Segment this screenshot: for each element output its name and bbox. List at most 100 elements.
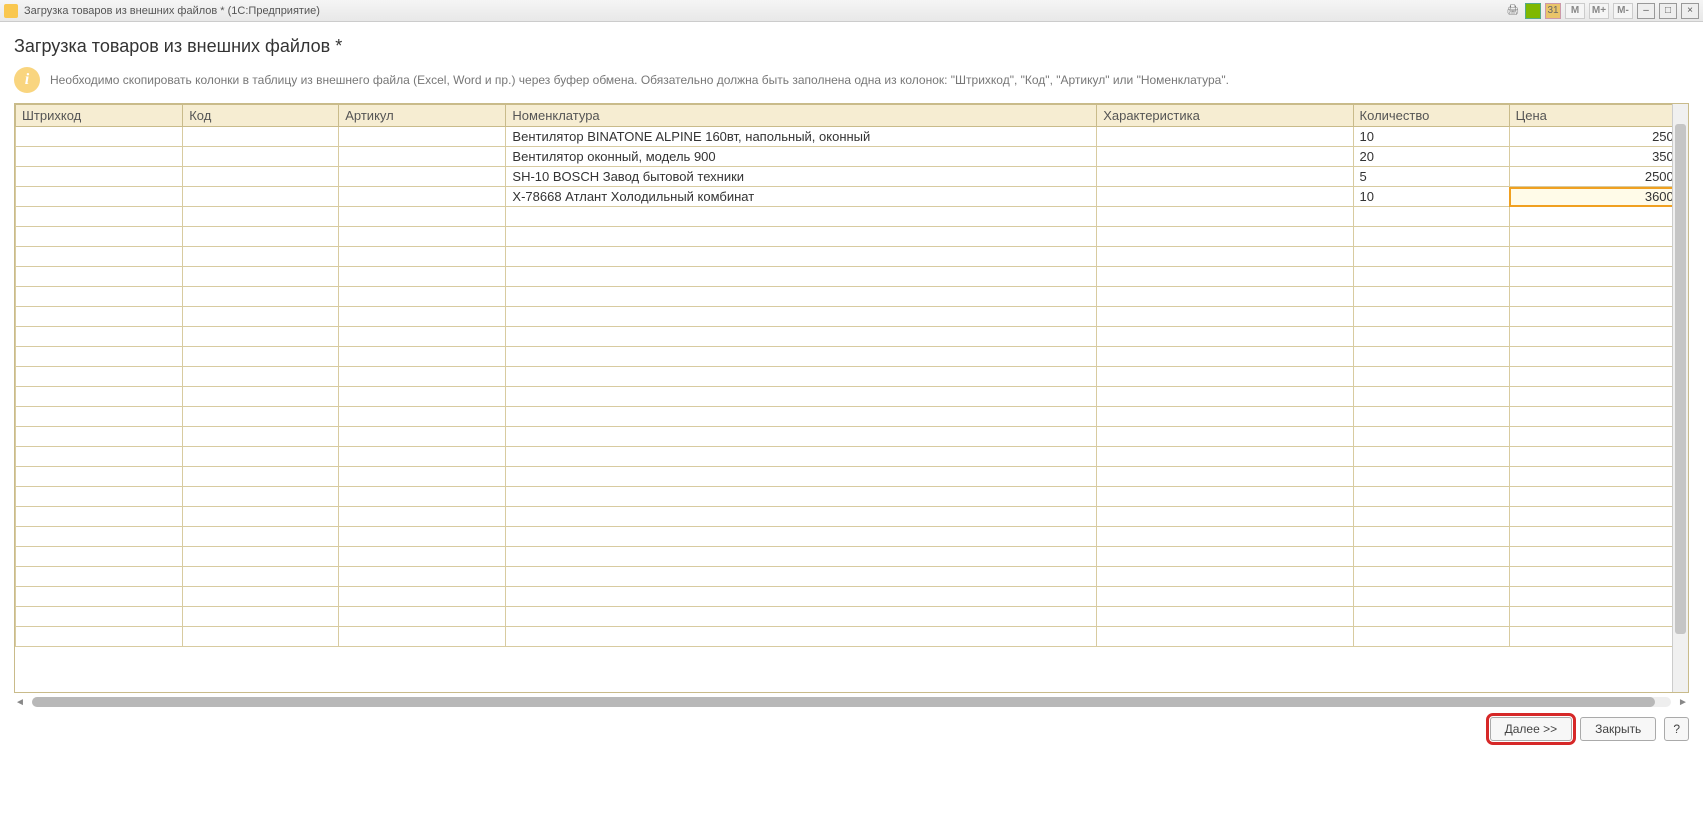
table-cell[interactable] — [1097, 487, 1353, 507]
table-cell[interactable] — [1097, 607, 1353, 627]
table-cell[interactable] — [16, 407, 183, 427]
table-cell[interactable] — [16, 467, 183, 487]
table-cell[interactable] — [16, 287, 183, 307]
table-cell[interactable] — [1509, 447, 1687, 467]
table-cell[interactable] — [1353, 367, 1509, 387]
table-cell[interactable] — [1509, 567, 1687, 587]
table-cell[interactable] — [183, 227, 339, 247]
table-cell[interactable] — [1509, 287, 1687, 307]
table-cell[interactable] — [183, 287, 339, 307]
table-cell[interactable] — [506, 507, 1097, 527]
table-cell[interactable]: Вентилятор BINATONE ALPINE 160вт, наполь… — [506, 127, 1097, 147]
table-cell[interactable] — [506, 327, 1097, 347]
table-cell[interactable] — [1097, 307, 1353, 327]
table-row[interactable] — [16, 287, 1688, 307]
table-cell[interactable] — [183, 307, 339, 327]
table-cell[interactable] — [183, 447, 339, 467]
table-cell[interactable] — [1509, 267, 1687, 287]
table-cell[interactable] — [183, 367, 339, 387]
table-cell[interactable]: 10 — [1353, 187, 1509, 207]
table-cell[interactable] — [339, 327, 506, 347]
table-cell[interactable] — [1353, 207, 1509, 227]
table-cell[interactable] — [1353, 267, 1509, 287]
table-cell[interactable] — [1097, 247, 1353, 267]
table-row[interactable] — [16, 587, 1688, 607]
table-cell[interactable] — [1509, 527, 1687, 547]
table-body[interactable]: Вентилятор BINATONE ALPINE 160вт, наполь… — [16, 127, 1688, 647]
table-cell[interactable] — [339, 467, 506, 487]
table-cell[interactable] — [1097, 267, 1353, 287]
column-header[interactable]: Артикул — [339, 105, 506, 127]
table-row[interactable] — [16, 447, 1688, 467]
table-cell[interactable] — [183, 487, 339, 507]
table-cell[interactable] — [1509, 327, 1687, 347]
table-cell[interactable] — [339, 567, 506, 587]
table-cell[interactable] — [339, 387, 506, 407]
table-cell[interactable] — [1353, 247, 1509, 267]
table-row[interactable] — [16, 327, 1688, 347]
table-cell[interactable] — [16, 507, 183, 527]
table-cell[interactable] — [339, 447, 506, 467]
table-cell[interactable]: 3500 — [1509, 147, 1687, 167]
table-cell[interactable] — [1509, 427, 1687, 447]
table-cell[interactable] — [506, 267, 1097, 287]
table-cell[interactable] — [506, 347, 1097, 367]
table-cell[interactable] — [183, 627, 339, 647]
table-row[interactable] — [16, 267, 1688, 287]
table-cell[interactable] — [183, 427, 339, 447]
table-cell[interactable] — [339, 507, 506, 527]
table-cell[interactable] — [1353, 507, 1509, 527]
table-cell[interactable] — [183, 407, 339, 427]
table-cell[interactable] — [506, 207, 1097, 227]
table-cell[interactable] — [16, 487, 183, 507]
table-cell[interactable] — [1097, 407, 1353, 427]
table-cell[interactable] — [16, 607, 183, 627]
table-cell[interactable] — [16, 387, 183, 407]
vertical-scrollbar[interactable] — [1672, 104, 1688, 692]
table-cell[interactable] — [339, 607, 506, 627]
table-cell[interactable] — [16, 367, 183, 387]
table-row[interactable]: SH-10 BOSCH Завод бытовой техники525000 — [16, 167, 1688, 187]
table-cell[interactable] — [1097, 427, 1353, 447]
table-cell[interactable] — [16, 567, 183, 587]
table-cell[interactable] — [506, 547, 1097, 567]
table-cell[interactable] — [183, 387, 339, 407]
minimize-button[interactable]: – — [1637, 3, 1655, 19]
table-cell[interactable] — [1353, 607, 1509, 627]
table-cell[interactable] — [1509, 487, 1687, 507]
table-cell[interactable] — [1353, 627, 1509, 647]
table-cell[interactable] — [339, 287, 506, 307]
table-row[interactable] — [16, 527, 1688, 547]
table-cell[interactable] — [339, 187, 506, 207]
column-header[interactable]: Цена — [1509, 105, 1687, 127]
table-cell[interactable] — [16, 447, 183, 467]
table-cell[interactable] — [1509, 247, 1687, 267]
data-table[interactable]: ШтрихкодКодАртикулНоменклатураХарактерис… — [15, 104, 1688, 647]
table-cell[interactable] — [16, 227, 183, 247]
table-cell[interactable] — [1353, 327, 1509, 347]
column-header[interactable]: Количество — [1353, 105, 1509, 127]
table-cell[interactable] — [506, 587, 1097, 607]
table-cell[interactable] — [506, 387, 1097, 407]
table-cell[interactable] — [339, 547, 506, 567]
table-cell[interactable] — [183, 347, 339, 367]
scroll-left-icon[interactable]: ◄ — [14, 696, 26, 708]
table-cell[interactable] — [16, 427, 183, 447]
table-cell[interactable] — [506, 367, 1097, 387]
table-cell[interactable] — [1097, 447, 1353, 467]
table-cell[interactable] — [1509, 627, 1687, 647]
table-cell[interactable] — [1097, 547, 1353, 567]
table-cell[interactable] — [16, 587, 183, 607]
table-cell[interactable] — [1509, 547, 1687, 567]
table-row[interactable] — [16, 367, 1688, 387]
table-cell[interactable] — [339, 627, 506, 647]
memory-m-button[interactable]: M — [1565, 3, 1585, 19]
table-cell[interactable] — [1097, 187, 1353, 207]
table-cell[interactable] — [1097, 207, 1353, 227]
print-icon[interactable]: 🖨 — [1505, 3, 1521, 19]
table-row[interactable] — [16, 347, 1688, 367]
table-cell[interactable] — [506, 487, 1097, 507]
table-cell[interactable] — [1097, 507, 1353, 527]
table-cell[interactable] — [506, 227, 1097, 247]
save-disk-icon[interactable] — [1525, 3, 1541, 19]
